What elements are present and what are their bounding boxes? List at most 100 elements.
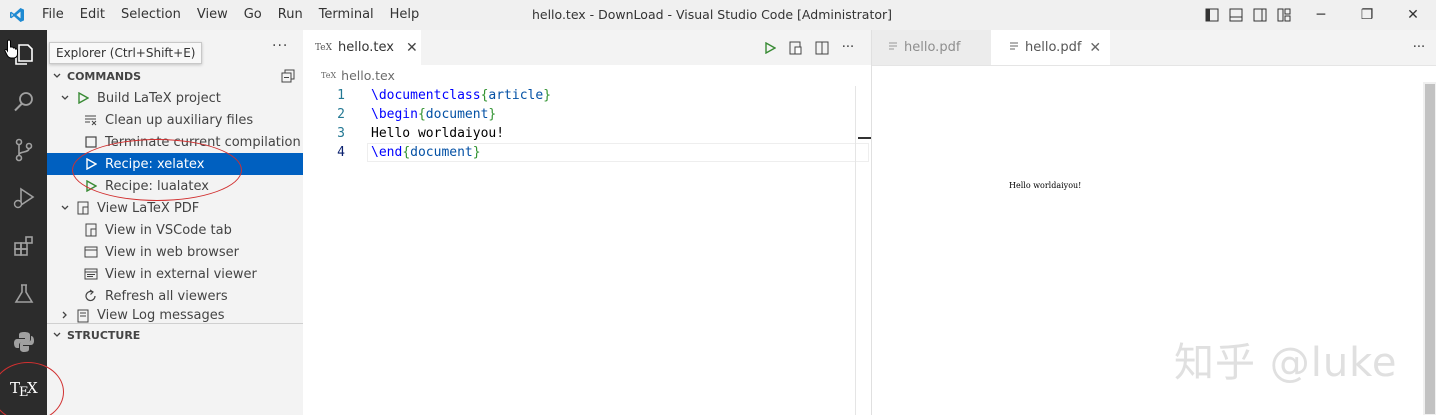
pdf-viewer[interactable]: Hello worldaiyou! [872, 65, 1436, 415]
code-argument: article [488, 88, 544, 103]
refresh-icon [81, 289, 101, 303]
editor-scrollbar[interactable] [855, 86, 856, 415]
menu-edit[interactable]: Edit [72, 0, 113, 30]
tree-item-clean-up[interactable]: Clean up auxiliary files [47, 109, 303, 131]
tab-hello-tex[interactable]: TeX hello.tex ✕ [303, 30, 421, 65]
menu-selection[interactable]: Selection [113, 0, 189, 30]
run-debug-icon[interactable] [0, 174, 47, 222]
view-pdf-icon[interactable] [783, 41, 809, 55]
play-icon [81, 158, 101, 170]
menu-view[interactable]: View [189, 0, 236, 30]
code-brace: } [488, 107, 497, 122]
tree-item-recipe-xelatex[interactable]: Recipe: xelatex [47, 153, 303, 175]
code-line: 4 \end{document} [303, 143, 871, 162]
menu-go[interactable]: Go [236, 0, 270, 30]
tab-label: hello.pdf [904, 40, 961, 55]
tree-item-view-latex-pdf[interactable]: View LaTeX PDF [47, 197, 303, 219]
sidebar-more-actions[interactable]: ··· [272, 38, 288, 54]
source-control-icon[interactable] [0, 126, 47, 174]
code-argument: document [410, 145, 473, 160]
pdf-scrollbar[interactable] [1423, 82, 1436, 415]
code-brace: } [543, 88, 552, 103]
testing-icon[interactable] [0, 270, 47, 318]
menu-run[interactable]: Run [270, 0, 311, 30]
window-title: hello.tex - DownLoad - Visual Studio Cod… [531, 7, 893, 22]
tree-item-label: View in external viewer [105, 266, 257, 282]
editor-more-actions[interactable]: ··· [835, 40, 861, 55]
tree-item-recipe-lualatex[interactable]: Recipe: lualatex [47, 175, 303, 197]
tab-hello-pdf-1[interactable]: hello.pdf [872, 30, 991, 65]
line-content: \end{document} [371, 145, 481, 160]
toggle-secondary-sidebar-icon[interactable] [1248, 0, 1272, 30]
external-viewer-icon [81, 268, 101, 280]
minimize-button[interactable]: ─ [1298, 0, 1344, 30]
tree-item-label: Recipe: lualatex [105, 178, 209, 194]
menu-file[interactable]: File [34, 0, 72, 30]
close-window-button[interactable]: ✕ [1390, 0, 1436, 30]
preview-icon [81, 223, 101, 237]
tex-file-icon: TeX [315, 42, 333, 53]
tree-item-view-log-messages[interactable]: View Log messages [47, 307, 303, 323]
menu-terminal[interactable]: Terminal [311, 0, 382, 30]
play-icon [81, 180, 101, 192]
code-editor[interactable]: 1 \documentclass{article} 2 \begin{docum… [303, 86, 871, 162]
extensions-icon[interactable] [0, 222, 47, 270]
tex-icon[interactable]: TEX [0, 364, 47, 412]
code-command: \begin [371, 107, 418, 122]
title-bar: File Edit Selection View Go Run Terminal… [0, 0, 1436, 30]
tab-label: hello.pdf [1025, 40, 1082, 55]
code-brace: } [472, 145, 481, 160]
customize-layout-icon[interactable] [1272, 0, 1296, 30]
pdf-scrollbar-thumb[interactable] [1425, 84, 1435, 414]
layout-controls [1200, 0, 1296, 30]
tree-item-label: Terminate current compilation [105, 134, 301, 150]
tree-item-view-in-web-browser[interactable]: View in web browser [47, 241, 303, 263]
menu-bar: File Edit Selection View Go Run Terminal… [34, 0, 427, 30]
build-run-icon[interactable] [757, 41, 783, 54]
pdf-file-icon [888, 40, 898, 55]
tree-item-view-in-vscode-tab[interactable]: View in VSCode tab [47, 219, 303, 241]
chevron-down-icon [57, 93, 73, 103]
editor-actions: ··· [1406, 30, 1432, 65]
code-line: 1 \documentclass{article} [303, 86, 871, 105]
activity-bar: TEX [0, 30, 47, 415]
close-icon[interactable]: ✕ [406, 40, 418, 56]
tree-item-label: Clean up auxiliary files [105, 112, 254, 128]
tree-item-label: Recipe: xelatex [105, 156, 205, 172]
code-line: 3 Hello worldaiyou! [303, 124, 871, 143]
structure-section-header[interactable]: STRUCTURE [47, 324, 303, 346]
hand-cursor-icon [4, 39, 20, 63]
tree-item-label: View Log messages [97, 308, 225, 323]
line-content: \begin{document} [371, 107, 496, 122]
python-icon[interactable] [0, 318, 47, 366]
pdf-page-text: Hello worldaiyou! [1009, 181, 1082, 190]
editor-more-actions[interactable]: ··· [1406, 40, 1432, 55]
editor-actions: ··· [757, 30, 861, 65]
toggle-panel-icon[interactable] [1224, 0, 1248, 30]
line-content: Hello worldaiyou! [371, 126, 505, 141]
maximize-button[interactable]: ❐ [1344, 0, 1390, 30]
code-line: 2 \begin{document} [303, 105, 871, 124]
commands-section-header[interactable]: COMMANDS [47, 65, 303, 87]
close-icon[interactable]: ✕ [1089, 40, 1101, 56]
tree-item-build-latex-project[interactable]: Build LaTeX project [47, 87, 303, 109]
tree-item-label: Refresh all viewers [105, 288, 228, 304]
split-editor-icon[interactable] [809, 41, 835, 55]
log-icon [73, 309, 93, 323]
chevron-down-icon [47, 71, 67, 81]
search-icon[interactable] [0, 78, 47, 126]
stop-icon [81, 136, 101, 148]
tree-item-refresh-all-viewers[interactable]: Refresh all viewers [47, 285, 303, 307]
line-number: 1 [337, 88, 345, 103]
tab-hello-pdf-2[interactable]: hello.pdf ✕ [991, 30, 1110, 65]
tree-item-view-in-external-viewer[interactable]: View in external viewer [47, 263, 303, 285]
menu-help[interactable]: Help [382, 0, 428, 30]
code-brace: { [417, 107, 426, 122]
pdf-file-icon [1009, 40, 1019, 55]
breadcrumb-file[interactable]: hello.tex [341, 68, 395, 83]
collapse-all-icon[interactable] [281, 69, 295, 86]
tree-item-terminate[interactable]: Terminate current compilation [47, 131, 303, 153]
explorer-tooltip: Explorer (Ctrl+Shift+E) [49, 42, 203, 64]
structure-section-title: STRUCTURE [67, 328, 141, 342]
toggle-primary-sidebar-icon[interactable] [1200, 0, 1224, 30]
